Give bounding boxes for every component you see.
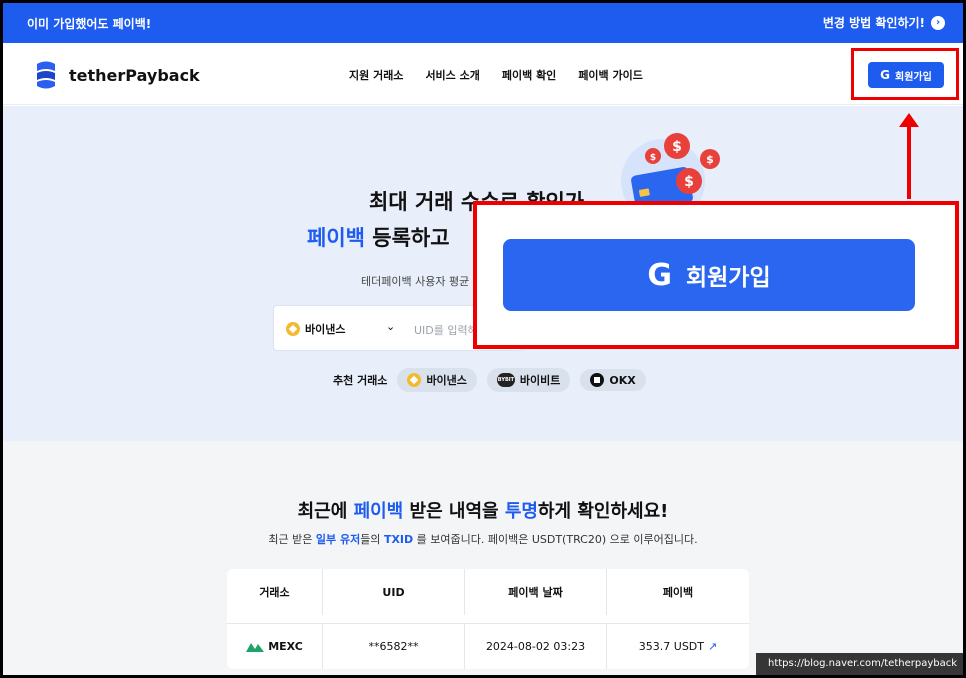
announcement-text: 이미 가입했어도 페이백! bbox=[27, 17, 152, 31]
chip-okx[interactable]: OKX bbox=[580, 369, 646, 391]
signup-zoomed-label: 회원가입 bbox=[685, 265, 771, 291]
recommended-exchanges: 추천 거래소 바이낸스 BYBIT 바이비트 OKX bbox=[333, 368, 646, 392]
recent-title-part1: 최근에 bbox=[297, 501, 354, 522]
recent-subtitle: 최근 받은 일부 유저들의 TXID 를 보여줍니다. 페이백은 USDT(TR… bbox=[3, 531, 963, 547]
hero-title-line2: 페이백 등록하고 bbox=[307, 222, 450, 252]
external-link-icon[interactable]: ↗ bbox=[708, 640, 717, 653]
menu-item-payback-guide[interactable]: 페이백 가이드 bbox=[578, 67, 643, 83]
table-row: MEXC **6582** 2024-08-02 03:23 353.7 USD… bbox=[227, 623, 749, 669]
okx-icon bbox=[590, 373, 605, 387]
mexc-brand: MEXC bbox=[246, 640, 303, 653]
chip-okx-label: OKX bbox=[609, 373, 636, 387]
column-exchange: 거래소 bbox=[227, 569, 323, 615]
row-exchange-name: MEXC bbox=[268, 640, 303, 653]
signup-button-zoomed[interactable]: G 회원가입 bbox=[503, 239, 915, 311]
svg-text:$: $ bbox=[706, 153, 714, 166]
mexc-icon bbox=[246, 642, 265, 652]
signup-button[interactable]: G 회원가입 bbox=[868, 62, 944, 88]
change-method-label: 변경 방법 확인하기! bbox=[822, 16, 925, 30]
menu-item-payback-check[interactable]: 페이백 확인 bbox=[502, 67, 556, 83]
menu-item-exchanges[interactable]: 지원 거래소 bbox=[349, 67, 403, 83]
uid-input[interactable]: UID를 입력해 bbox=[414, 322, 478, 338]
svg-text:$: $ bbox=[650, 153, 656, 163]
bybit-icon: BYBIT bbox=[496, 373, 515, 387]
chip-binance-label: 바이낸스 bbox=[426, 374, 467, 387]
exchange-select[interactable]: 바이낸스 bbox=[286, 321, 345, 337]
red-arrow-line bbox=[907, 125, 911, 199]
recommend-label: 추천 거래소 bbox=[333, 374, 388, 387]
exchange-selected-label: 바이낸스 bbox=[305, 323, 346, 336]
announcement-bar[interactable]: 이미 가입했어도 페이백! 변경 방법 확인하기! › bbox=[3, 3, 963, 43]
recent-sub-accent1: 일부 유저 bbox=[315, 533, 361, 546]
recent-sub-accent2: TXID bbox=[383, 533, 414, 546]
row-uid: **6582** bbox=[323, 624, 465, 669]
recent-payback-section: 최근에 페이백 받은 내역을 투명하게 확인하세요! 최근 받은 일부 유저들의… bbox=[3, 441, 963, 675]
table-header: 거래소 UID 페이백 날짜 페이백 bbox=[227, 569, 749, 615]
chip-bybit[interactable]: BYBIT 바이비트 bbox=[486, 368, 571, 392]
column-payback: 페이백 bbox=[662, 586, 694, 599]
zoomed-signup-callout: G 회원가입 bbox=[473, 201, 959, 349]
navbar: tetherPayback 지원 거래소 서비스 소개 페이백 확인 페이백 가… bbox=[3, 43, 963, 105]
column-date: 페이백 날짜 bbox=[465, 569, 607, 615]
row-exchange: MEXC bbox=[227, 624, 323, 669]
chevron-down-icon[interactable]: ⌄ bbox=[386, 320, 395, 333]
chip-binance[interactable]: 바이낸스 bbox=[397, 368, 477, 392]
main-menu: 지원 거래소 서비스 소개 페이백 확인 페이백 가이드 bbox=[349, 67, 643, 83]
recent-title-accent1: 페이백 bbox=[353, 501, 404, 522]
recent-sub-part1: 최근 받은 bbox=[268, 533, 316, 546]
google-icon: G bbox=[647, 257, 672, 293]
svg-text:$: $ bbox=[672, 139, 682, 155]
binance-icon bbox=[407, 373, 422, 387]
chevron-right-icon: › bbox=[931, 15, 945, 30]
recent-title: 최근에 페이백 받은 내역을 투명하게 확인하세요! bbox=[3, 497, 963, 523]
signup-label: 회원가입 bbox=[895, 71, 932, 83]
hero-title-rest: 등록하고 bbox=[364, 226, 450, 250]
row-payback-amount: 353.7 USDT bbox=[638, 640, 704, 653]
binance-icon bbox=[286, 322, 300, 336]
payback-table: 거래소 UID 페이백 날짜 페이백 MEXC **6582** 2024-08… bbox=[227, 569, 749, 669]
recent-sub-part2: 들의 bbox=[360, 533, 384, 546]
recent-title-part3: 하게 확인하세요! bbox=[537, 501, 669, 522]
tether-payback-logo-icon bbox=[37, 61, 55, 89]
recent-title-accent2: 투명 bbox=[504, 501, 538, 522]
blog-watermark: https://blog.naver.com/tetherpayback bbox=[756, 653, 963, 675]
recent-title-part2: 받은 내역을 bbox=[403, 501, 505, 522]
column-uid: UID bbox=[323, 569, 465, 615]
hero-title-accent: 페이백 bbox=[307, 226, 365, 250]
signup-highlight-box: G 회원가입 bbox=[851, 48, 959, 100]
row-payback: 353.7 USDT ↗ bbox=[607, 624, 749, 669]
hero-subtitle: 테더페이백 사용자 평균 bbox=[361, 275, 470, 288]
screenshot-frame: 이미 가입했어도 페이백! 변경 방법 확인하기! › tetherPaybac… bbox=[0, 0, 966, 678]
chip-bybit-label: 바이비트 bbox=[519, 374, 561, 387]
change-method-link[interactable]: 변경 방법 확인하기! › bbox=[823, 14, 945, 31]
row-date: 2024-08-02 03:23 bbox=[465, 624, 607, 669]
svg-text:$: $ bbox=[684, 174, 694, 190]
recent-sub-part3: 를 보여줍니다. 페이백은 USDT(TRC20) 으로 이루어집니다. bbox=[413, 533, 698, 546]
brand-name: tetherPayback bbox=[69, 65, 200, 85]
menu-item-about[interactable]: 서비스 소개 bbox=[425, 67, 479, 83]
google-icon: G bbox=[880, 68, 891, 82]
brand-logo[interactable]: tetherPayback bbox=[33, 60, 200, 90]
